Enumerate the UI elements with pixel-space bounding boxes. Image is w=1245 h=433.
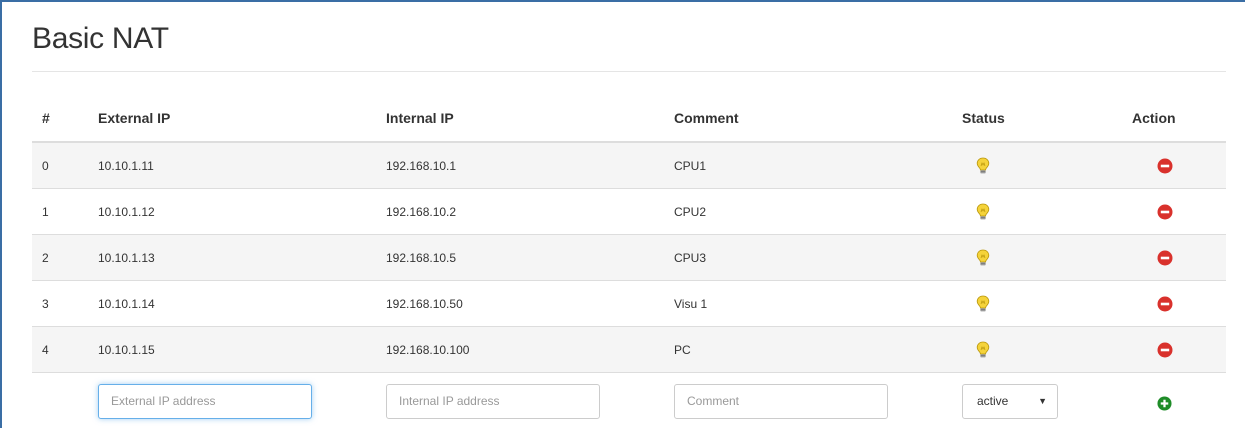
lightbulb-icon (976, 295, 990, 313)
chevron-down-icon: ▼ (1038, 396, 1047, 406)
table-body: 010.10.1.11192.168.10.1CPU1110.10.1.1219… (32, 142, 1226, 433)
add-rule-form-row: active ▼ (32, 373, 1226, 433)
form-internal-ip-cell (386, 373, 674, 433)
row-external-ip: 10.10.1.14 (98, 281, 386, 327)
table-header-row: # External IP Internal IP Comment Status… (32, 95, 1226, 142)
status-select-value: active (977, 394, 1008, 408)
delete-rule-button[interactable] (1157, 296, 1173, 312)
lightbulb-icon (976, 157, 990, 175)
row-internal-ip: 192.168.10.2 (386, 189, 674, 235)
form-action-cell (1132, 373, 1226, 433)
row-action (1132, 327, 1226, 373)
table-row: 210.10.1.13192.168.10.5CPU3 (32, 235, 1226, 281)
title-divider (32, 71, 1226, 72)
column-header-internal-ip: Internal IP (386, 95, 674, 142)
table-row: 410.10.1.15192.168.10.100PC (32, 327, 1226, 373)
row-comment: Visu 1 (674, 281, 962, 327)
lightbulb-icon (976, 203, 990, 221)
delete-rule-button[interactable] (1157, 158, 1173, 174)
row-action (1132, 235, 1226, 281)
table-row: 310.10.1.14192.168.10.50Visu 1 (32, 281, 1226, 327)
delete-rule-button[interactable] (1157, 250, 1173, 266)
form-comment-cell (674, 373, 962, 433)
row-external-ip: 10.10.1.12 (98, 189, 386, 235)
page-title: Basic NAT (32, 22, 169, 56)
status-select[interactable]: active ▼ (962, 384, 1058, 419)
column-header-status: Status (962, 95, 1132, 142)
add-rule-button[interactable] (1157, 396, 1172, 411)
external-ip-input[interactable] (98, 384, 312, 419)
row-external-ip: 10.10.1.13 (98, 235, 386, 281)
column-header-comment: Comment (674, 95, 962, 142)
row-internal-ip: 192.168.10.1 (386, 142, 674, 189)
row-comment: PC (674, 327, 962, 373)
row-status (962, 142, 1132, 189)
row-status (962, 327, 1132, 373)
row-index: 4 (32, 327, 98, 373)
row-status (962, 235, 1132, 281)
column-header-external-ip: External IP (98, 95, 386, 142)
row-index: 0 (32, 142, 98, 189)
row-external-ip: 10.10.1.15 (98, 327, 386, 373)
form-external-ip-cell (98, 373, 386, 433)
column-header-index: # (32, 95, 98, 142)
lightbulb-icon (976, 341, 990, 359)
delete-rule-button[interactable] (1157, 342, 1173, 358)
row-status (962, 281, 1132, 327)
row-comment: CPU3 (674, 235, 962, 281)
internal-ip-input[interactable] (386, 384, 600, 419)
delete-rule-button[interactable] (1157, 204, 1173, 220)
row-index: 1 (32, 189, 98, 235)
comment-input[interactable] (674, 384, 888, 419)
table-row: 010.10.1.11192.168.10.1CPU1 (32, 142, 1226, 189)
form-status-cell: active ▼ (962, 373, 1132, 433)
column-header-action: Action (1132, 95, 1226, 142)
lightbulb-icon (976, 249, 990, 267)
row-internal-ip: 192.168.10.5 (386, 235, 674, 281)
form-index-cell (32, 373, 98, 433)
row-external-ip: 10.10.1.11 (98, 142, 386, 189)
row-action (1132, 142, 1226, 189)
table-row: 110.10.1.12192.168.10.2CPU2 (32, 189, 1226, 235)
row-comment: CPU1 (674, 142, 962, 189)
row-internal-ip: 192.168.10.50 (386, 281, 674, 327)
row-index: 2 (32, 235, 98, 281)
row-status (962, 189, 1132, 235)
row-action (1132, 281, 1226, 327)
row-action (1132, 189, 1226, 235)
row-index: 3 (32, 281, 98, 327)
row-internal-ip: 192.168.10.100 (386, 327, 674, 373)
nat-table: # External IP Internal IP Comment Status… (32, 95, 1226, 433)
row-comment: CPU2 (674, 189, 962, 235)
